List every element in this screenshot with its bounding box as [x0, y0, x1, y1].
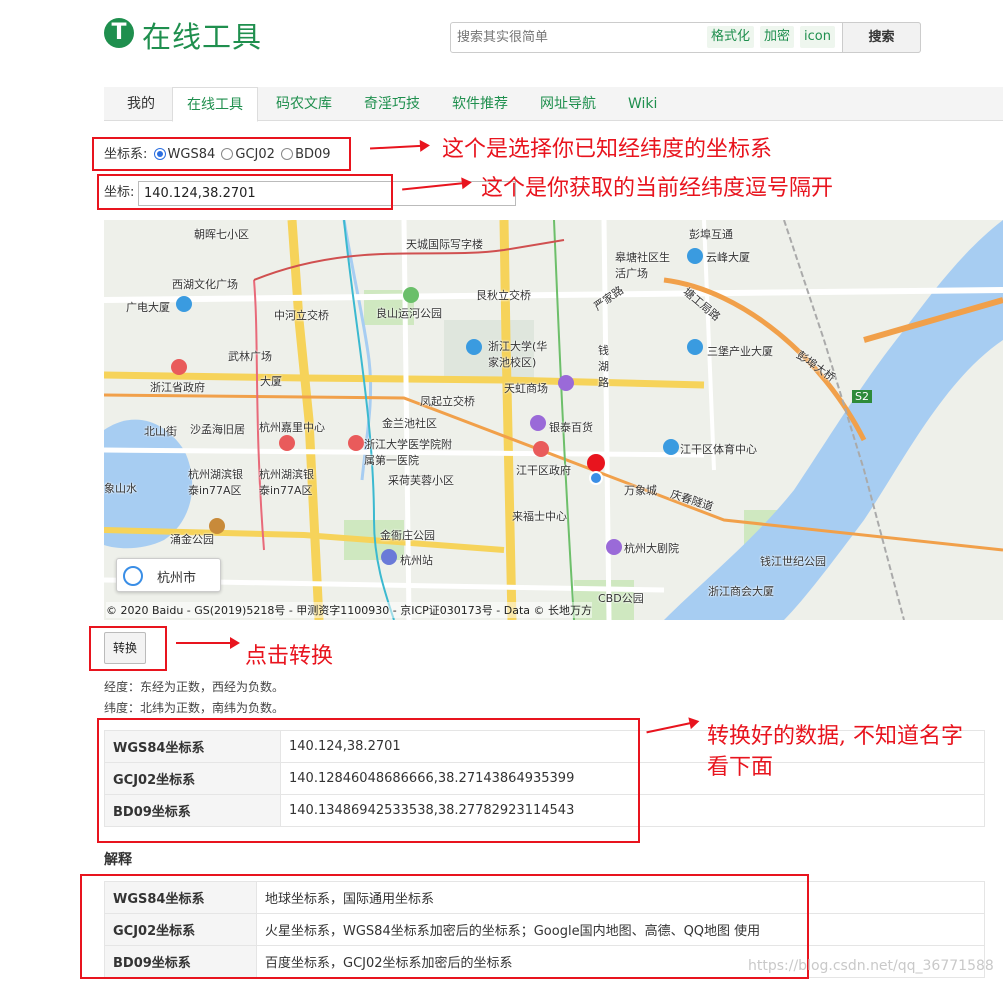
map-label: 浙江大学(华家池校区) [488, 340, 548, 369]
map-label: 象山水 [104, 482, 137, 495]
map-label: 广电大厦 [126, 301, 170, 314]
map-label: 江干区体育中心 [680, 443, 757, 456]
annotation-note-coord-type: 这个是选择你已知经纬度的坐标系 [442, 137, 773, 162]
tab-wiki[interactable]: Wiki [628, 87, 657, 121]
search-box: 格式化 加密 icon 搜索 [450, 22, 921, 53]
explain-title: 解释 [104, 852, 132, 868]
site-name[interactable]: 在线工具 [142, 18, 262, 56]
map-label: 天城国际写字楼 [406, 238, 483, 251]
map-label: 浙江大学医学院附属第一医院 [364, 438, 452, 467]
map-label: 朝晖七小区 [194, 228, 249, 241]
annotation-note-convert: 点击转换 [245, 644, 334, 669]
map-label: 武林广场 [228, 350, 272, 363]
tab-tips[interactable]: 奇淫巧技 [364, 87, 420, 121]
map-label: 金兰池社区 [382, 417, 437, 430]
map-label: 云峰大厦 [706, 251, 750, 264]
tab-software[interactable]: 软件推荐 [452, 87, 508, 121]
locate-icon[interactable] [123, 566, 143, 586]
map-label: 钱江世纪公园 [760, 555, 826, 568]
map-label: 中河立交桥 [274, 309, 329, 322]
tab-online-tools[interactable]: 在线工具 [172, 87, 258, 122]
longitude-hint: 经度：东经为正数，西经为负数。 [104, 680, 285, 694]
map-label: 皋塘社区生活广场 [615, 251, 670, 280]
tab-mine[interactable]: 我的 [127, 87, 155, 121]
map-label: 江干区政府 [516, 464, 571, 477]
map-label: 良山运河公园 [376, 307, 442, 320]
map-label: 艮秋立交桥 [476, 289, 531, 302]
annotation-box-coord-input [97, 174, 393, 210]
map-label: 金衙庄公园 [380, 529, 435, 542]
map-label: 西湖文化广场 [172, 278, 238, 291]
annotation-arrow-icon [176, 637, 240, 649]
map-label: 钱湖路 [598, 344, 609, 389]
annotation-box-explain [80, 874, 809, 979]
search-tag-icon[interactable]: icon [800, 26, 835, 48]
map-label: 沙孟海旧居 [190, 423, 245, 436]
site-logo-icon[interactable]: T [104, 18, 134, 48]
annotation-box-convert [89, 626, 167, 671]
map-highway-shield: S2 [852, 390, 872, 403]
annotation-note-coord-input: 这个是你获取的当前经纬度逗号隔开 [481, 176, 834, 201]
map-label: 银泰百货 [549, 421, 593, 434]
map-city-button[interactable]: 杭州市 [116, 558, 221, 592]
map-label: 彭埠互通 [689, 228, 733, 241]
latitude-hint: 纬度：北纬为正数，南纬为负数。 [104, 701, 285, 715]
map-label: 杭州湖滨银泰in77A区 [259, 468, 314, 497]
search-input[interactable] [453, 25, 703, 50]
map-label: 三堡产业大厦 [707, 345, 773, 358]
annotation-box-coord-type [92, 137, 351, 171]
tab-coder-library[interactable]: 码农文库 [276, 87, 332, 121]
map-label: 浙江商会大厦 [708, 585, 774, 598]
search-tag-encrypt[interactable]: 加密 [760, 26, 795, 48]
map-label: 杭州大剧院 [624, 542, 679, 555]
annotation-box-results [97, 718, 640, 843]
annotation-note-results: 转换好的数据, 不知道名字 [707, 724, 963, 749]
main-nav: 我的 在线工具 码农文库 奇淫巧技 软件推荐 网址导航 Wiki [104, 87, 1003, 122]
annotation-arrow-icon [369, 144, 429, 150]
map-copyright: © 2020 Baidu - GS(2019)5218号 - 甲测资字11009… [106, 602, 593, 618]
map-label: 万象城 [624, 484, 657, 497]
tab-site-nav[interactable]: 网址导航 [540, 87, 596, 121]
annotation-note-results-2: 看下面 [707, 755, 774, 780]
map-label: 北山街 [144, 425, 177, 438]
map-label: 天虹商场 [504, 382, 548, 395]
map-label: 浙江省政府 [150, 381, 205, 394]
watermark: https://blog.csdn.net/qq_36771588 [748, 958, 994, 974]
baidu-map[interactable]: 朝晖七小区 天城国际写字楼 彭埠互通 皋塘社区生活广场 云峰大厦 西湖文化广场 … [104, 220, 1003, 620]
map-label: 杭州湖滨银泰in77A区 [188, 468, 243, 497]
map-label: 涌金公园 [170, 533, 214, 546]
map-label: CBD公园 [598, 592, 644, 605]
map-label: 杭州嘉里中心 [259, 421, 325, 434]
map-label: 来福士中心 [512, 510, 567, 523]
map-label: 大厦 [260, 375, 282, 388]
map-label: 凤起立交桥 [420, 395, 475, 408]
map-city-label: 杭州市 [157, 571, 197, 586]
map-label: 杭州站 [400, 554, 433, 567]
map-label: 采荷芙蓉小区 [388, 474, 454, 487]
search-tag-format[interactable]: 格式化 [707, 26, 755, 48]
search-button[interactable]: 搜索 [842, 22, 921, 53]
